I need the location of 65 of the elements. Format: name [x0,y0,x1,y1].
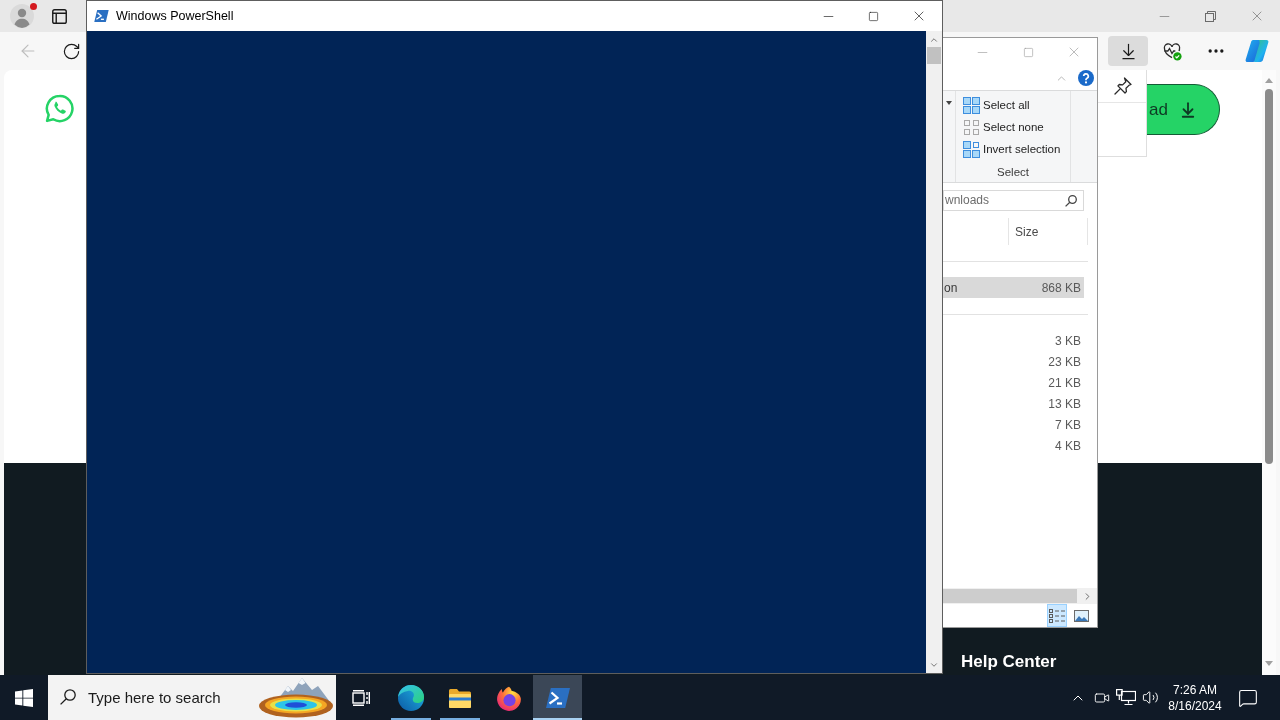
phone-bubble-icon [44,93,75,124]
prompt-icon [545,687,570,708]
notification-icon[interactable] [1238,687,1258,708]
size-cell-text: 13 KB [1047,396,1082,411]
scroll-up-icon[interactable] [929,35,939,45]
list-icon [1049,607,1065,624]
empty-grid-icon [963,118,980,136]
speaker-icon[interactable] [1141,689,1159,706]
size-cell-text: 7 KB [1054,417,1082,432]
file-cell-text: on [943,280,959,295]
size-cell-text: 21 KB [1047,375,1082,390]
window-title: Windows PowerShell [116,9,234,23]
restore-icon[interactable] [1205,10,1216,22]
windows-logo-icon [15,688,33,707]
search-icon[interactable] [1065,194,1077,207]
maximize-icon[interactable] [868,10,879,22]
ribbon-group-label: Select [996,165,1030,180]
column-header[interactable]: Size [1008,218,1088,245]
mountain-lake-icon[interactable] [258,678,334,718]
caret-down-icon[interactable] [946,101,952,105]
scroll-down-icon[interactable] [929,660,939,670]
details-view-button[interactable] [1047,604,1067,627]
scrollbar-thumb[interactable] [1265,89,1273,464]
avatar-icon[interactable] [10,4,34,28]
download-button[interactable]: ad [1147,84,1220,135]
file-row[interactable]: 4 KB [943,435,1084,456]
flame-globe-icon [495,684,522,711]
file-row[interactable]: on 868 KB [943,277,1084,298]
filled-grid-icon [963,96,980,114]
folder-icon [447,687,472,708]
scrollbar-thumb[interactable] [927,47,941,64]
file-row[interactable]: 21 KB [943,372,1084,393]
size-cell-text: 23 KB [1047,354,1082,369]
select-none-button[interactable]: Select none [963,116,1070,138]
file-row[interactable]: 3 KB [943,330,1084,351]
size-cell-text: 3 KB [1054,333,1082,348]
refresh-icon[interactable] [62,41,81,61]
file-row[interactable]: 7 KB [943,414,1084,435]
invert-selection-button[interactable]: Invert selection [963,138,1070,160]
scrollbar-track[interactable] [1262,70,1276,675]
size-cell-text: 4 KB [1054,438,1082,453]
select-all-button[interactable]: Select all [963,94,1070,116]
heart-pulse-icon[interactable] [1162,41,1182,61]
task-view-icon [352,689,370,706]
network-icon[interactable] [1116,689,1136,706]
picture-icon [1073,609,1089,622]
file-row[interactable]: 13 KB [943,393,1084,414]
help-icon[interactable] [1078,70,1094,86]
sidebar-window-icon[interactable] [52,8,67,24]
help-center-link[interactable]: Help Center [961,652,1057,672]
clock-button[interactable]: 7:26 AM 8/16/2024 [1162,675,1228,720]
size-cell-text: 868 KB [1040,280,1082,295]
downloads-button[interactable] [1108,36,1148,66]
scrollbar-thumb[interactable] [943,589,1077,603]
search-icon [60,689,76,705]
partial-grid-icon [963,140,980,158]
scrollbar-track[interactable] [926,31,942,673]
file-row[interactable]: 23 KB [943,351,1084,372]
prompt-icon [94,10,109,22]
pin-icon[interactable] [1114,77,1132,95]
swirl-icon [397,684,424,711]
search-field[interactable]: wnloads [943,189,1084,211]
ribbon-logo-icon[interactable] [1245,40,1269,62]
taskbar-app-button[interactable] [533,675,582,720]
horizontal-scrollbar[interactable] [943,588,1097,604]
